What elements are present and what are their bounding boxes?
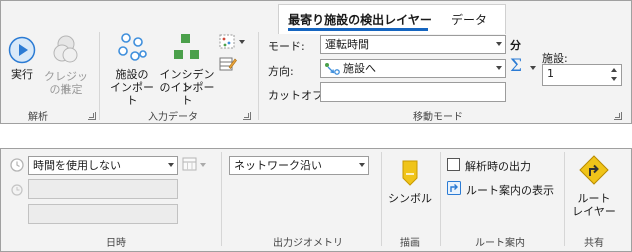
chevron-down-icon (496, 42, 502, 46)
travel-mode-launcher-icon[interactable] (614, 112, 622, 120)
unit-label: 分 (510, 39, 521, 52)
separator (564, 152, 565, 246)
separator (440, 152, 441, 246)
symbol-label: シンボル (388, 192, 432, 205)
mode-value: 運転時間 (325, 38, 369, 51)
chevron-down-icon (530, 66, 536, 70)
run-button[interactable]: 実行 (4, 34, 40, 86)
input-data-launcher-icon[interactable] (243, 112, 251, 120)
calendar-dropdown-button[interactable] (182, 157, 208, 173)
separator (99, 32, 100, 120)
analysis-launcher-icon[interactable] (88, 112, 96, 120)
import-facilities-button[interactable]: 施設の インポート (108, 32, 156, 107)
sigma-icon: Σ (510, 56, 523, 76)
coins-icon (53, 35, 78, 63)
direction-label: 方向: (268, 65, 294, 78)
directions-icon (447, 181, 461, 195)
chevron-down-icon (168, 163, 174, 167)
group-label-analysis: 解析 (28, 112, 48, 123)
cutoff-input[interactable] (320, 82, 506, 102)
incidents-icon (174, 34, 199, 59)
chevron-down-icon[interactable] (611, 77, 617, 81)
scatter-edit-icon (219, 34, 235, 49)
direction-select[interactable]: 施設へ (320, 59, 506, 78)
chevron-up-icon[interactable] (611, 68, 617, 72)
highlighter-pen-icon (402, 160, 418, 186)
group-label-travel-mode: 移動モード (413, 112, 463, 123)
table-edit-icon (219, 57, 237, 71)
output-geometry-value: ネットワーク沿い (234, 159, 322, 172)
import-facilities-label-2: インポート (110, 81, 154, 107)
edit-points-button[interactable] (219, 34, 245, 52)
estimate-credits-label-2: の推定 (49, 83, 83, 96)
import-incidents-button[interactable]: インシデント のインポート (158, 32, 216, 107)
group-label-input-data: 入力データ (148, 112, 198, 123)
output-on-solve-label: 解析時の出力 (465, 160, 531, 173)
direction-value: 施設へ (343, 62, 376, 75)
sum-button[interactable]: Σ (510, 56, 540, 78)
facilities-count-stepper[interactable]: 1 (542, 64, 622, 86)
route-sign-icon (579, 155, 609, 185)
estimate-credits-button[interactable]: クレジット の推定 (40, 34, 92, 96)
group-label-datetime: 日時 (106, 238, 126, 249)
separator (221, 152, 222, 246)
tab-data[interactable]: データ (444, 11, 494, 28)
symbol-button[interactable]: シンボル (386, 156, 434, 212)
chevron-down-icon (239, 40, 245, 44)
show-directions-button[interactable]: ルート案内の表示 (446, 180, 558, 198)
mode-select[interactable]: 運転時間 (320, 35, 506, 54)
time-usage-value: 時間を使用しない (33, 159, 121, 172)
time-zone-icon (11, 184, 23, 196)
chevron-down-icon (200, 163, 206, 167)
output-on-solve-checkbox[interactable] (447, 158, 460, 171)
output-geometry-select[interactable]: ネットワーク沿い (229, 156, 369, 175)
group-label-share: 共有 (584, 238, 604, 249)
calendar-icon (182, 157, 197, 171)
route-layer-label-1: ルート (577, 192, 611, 205)
show-directions-label: ルート案内の表示 (466, 184, 554, 197)
date-field[interactable] (28, 179, 178, 199)
group-label-directions: ルート案内 (475, 238, 525, 249)
tab-active-underline (288, 28, 428, 31)
direction-to-facility-icon (325, 63, 340, 75)
route-layer-button[interactable]: ルート レイヤー (568, 154, 620, 222)
time-usage-select[interactable]: 時間を使用しない (28, 156, 178, 175)
import-facilities-label-1: 施設の (115, 68, 149, 81)
clock-icon (10, 158, 24, 172)
run-label: 実行 (11, 68, 33, 81)
facilities-count-value: 1 (547, 67, 554, 80)
tab-closest-facility-layer[interactable]: 最寄り施設の検出レイヤー (286, 11, 434, 28)
separator (381, 152, 382, 246)
group-label-output-geometry: 出力ジオメトリ (273, 238, 343, 249)
facilities-icon (118, 33, 147, 61)
time-field[interactable] (28, 204, 178, 224)
route-layer-label-2: レイヤー (572, 205, 616, 218)
chevron-down-icon (496, 66, 502, 70)
import-incidents-label-2: のインポート (159, 81, 215, 107)
play-icon (8, 36, 36, 64)
group-label-draw: 描画 (400, 238, 420, 249)
attribute-edit-button[interactable] (219, 56, 239, 74)
chevron-down-icon (359, 163, 365, 167)
separator (258, 32, 259, 120)
mode-label: モード: (268, 40, 305, 53)
cutoff-label: カットオフ: (268, 89, 327, 102)
